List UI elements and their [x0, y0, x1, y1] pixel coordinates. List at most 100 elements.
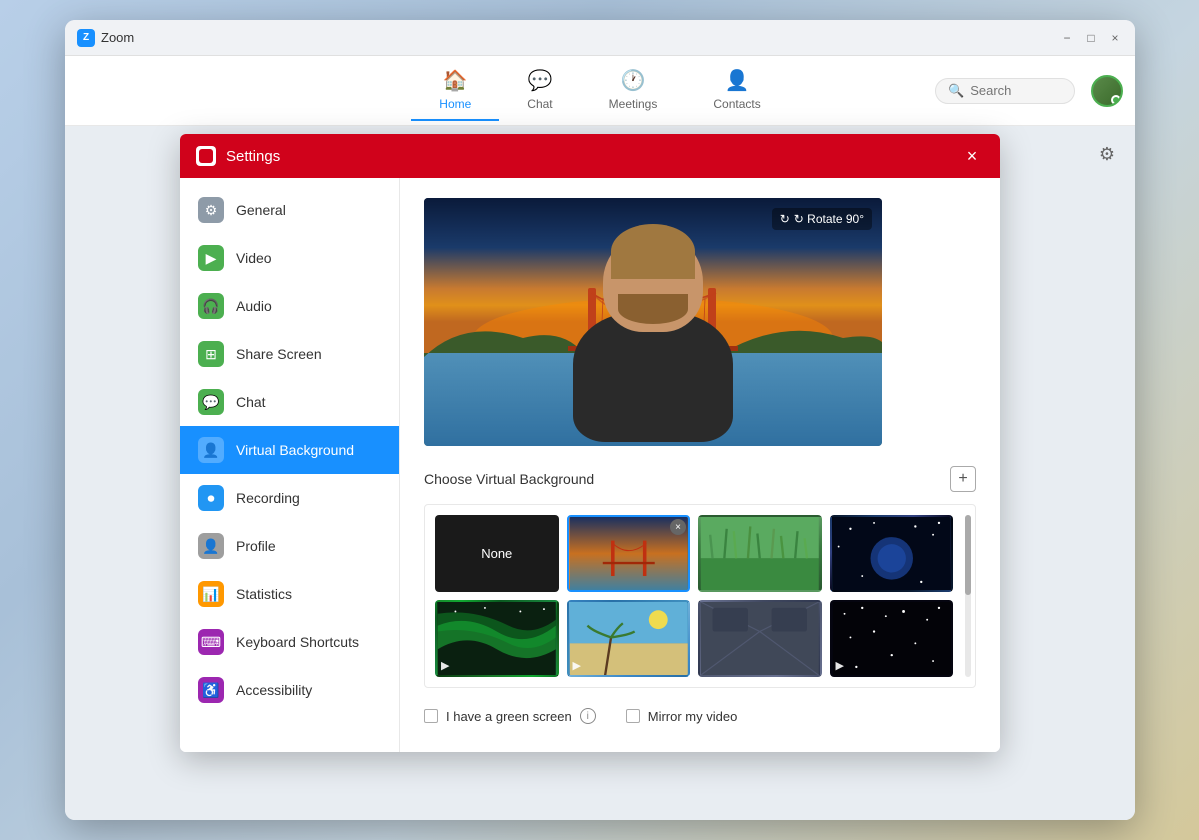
title-bar-logo: Z Zoom	[77, 29, 134, 47]
bg-thumb-close-button[interactable]: ×	[670, 519, 686, 535]
grass-thumb-svg	[700, 517, 820, 590]
aurora-thumb-svg	[437, 602, 557, 675]
settings-gear-button[interactable]: ⚙	[1091, 138, 1123, 170]
accessibility-icon: ♿	[198, 677, 224, 703]
title-bar: Z Zoom − □ ×	[65, 20, 1135, 56]
avatar-status-dot	[1111, 95, 1121, 105]
nav-tab-home-label: Home	[439, 97, 471, 111]
green-screen-option[interactable]: I have a green screen i	[424, 708, 596, 724]
chat-icon: 💬	[198, 389, 224, 415]
sidebar-label-audio: Audio	[236, 298, 272, 314]
bottom-options: I have a green screen i Mirror my video	[424, 708, 976, 724]
rotate-icon: ↻	[780, 212, 790, 226]
settings-title: Settings	[226, 148, 960, 165]
settings-close-button[interactable]: ×	[960, 144, 984, 168]
nav-tab-chat-label: Chat	[527, 97, 552, 111]
maximize-button[interactable]: □	[1083, 30, 1099, 46]
chat-nav-icon: 💬	[528, 68, 553, 93]
settings-content: ↻ ↻ Rotate 90° Choose Virtual Background…	[400, 178, 1000, 752]
mirror-video-option[interactable]: Mirror my video	[626, 709, 738, 724]
sidebar-item-accessibility[interactable]: ♿ Accessibility	[180, 666, 399, 714]
content-area: ⚙ Settings × ⚙ General ▶	[65, 126, 1135, 820]
sidebar-label-chat: Chat	[236, 394, 266, 410]
search-input[interactable]	[970, 83, 1062, 98]
sidebar-label-general: General	[236, 202, 286, 218]
sidebar-label-video: Video	[236, 250, 272, 266]
green-screen-checkbox[interactable]	[424, 709, 438, 723]
add-background-button[interactable]: +	[950, 466, 976, 492]
nav-tab-home[interactable]: 🏠 Home	[411, 60, 499, 121]
person-hair	[611, 224, 695, 279]
beach-thumb-svg	[569, 602, 689, 675]
video-preview-container: ↻ ↻ Rotate 90°	[424, 198, 882, 446]
sidebar-item-chat[interactable]: 💬 Chat	[180, 378, 399, 426]
app-title: Zoom	[101, 30, 134, 45]
sidebar-item-profile[interactable]: 👤 Profile	[180, 522, 399, 570]
nav-tab-meetings[interactable]: 🕐 Meetings	[581, 60, 686, 121]
bg-thumbnails-grid: None ×	[435, 515, 965, 677]
video-icon: ▶	[198, 245, 224, 271]
person-head	[603, 232, 703, 332]
nav-tab-meetings-label: Meetings	[609, 97, 658, 111]
nav-tabs: 🏠 Home 💬 Chat 🕐 Meetings 👤 Contacts	[411, 60, 788, 121]
video-preview	[424, 198, 882, 446]
profile-icon: 👤	[198, 533, 224, 559]
settings-header: Settings ×	[180, 134, 1000, 178]
green-screen-info-icon[interactable]: i	[580, 708, 596, 724]
virtual-background-icon: 👤	[198, 437, 224, 463]
thumbnails-scrollbar[interactable]	[965, 515, 971, 677]
bg-thumb-space[interactable]	[830, 515, 954, 592]
meetings-icon: 🕐	[621, 68, 646, 93]
bg-thumb-aurora[interactable]: ▶	[435, 600, 559, 677]
rotate-label: ↻ Rotate 90°	[794, 212, 864, 226]
recording-icon: ⏺	[198, 485, 224, 511]
bg-thumb-interior[interactable]	[698, 600, 822, 677]
green-screen-label: I have a green screen	[446, 709, 572, 724]
keyboard-shortcuts-icon: ⌨	[198, 629, 224, 655]
nav-tab-chat[interactable]: 💬 Chat	[499, 60, 580, 121]
rotate-button[interactable]: ↻ ↻ Rotate 90°	[772, 208, 872, 230]
stars-thumb-svg	[832, 602, 952, 675]
mirror-video-checkbox[interactable]	[626, 709, 640, 723]
bg-thumb-grass[interactable]	[698, 515, 822, 592]
sidebar-label-virtual-background: Virtual Background	[236, 442, 354, 458]
sidebar-label-profile: Profile	[236, 538, 276, 554]
person-beard	[618, 294, 688, 324]
app-window: Z Zoom − □ × 🏠 Home 💬 Chat 🕐 Meetings	[65, 20, 1135, 820]
sidebar-item-virtual-background[interactable]: 👤 Virtual Background	[180, 426, 399, 474]
sidebar-item-keyboard-shortcuts[interactable]: ⌨ Keyboard Shortcuts	[180, 618, 399, 666]
settings-header-logo	[196, 146, 216, 166]
general-icon: ⚙	[198, 197, 224, 223]
interior-thumb-svg	[700, 602, 820, 675]
sidebar-item-statistics[interactable]: 📊 Statistics	[180, 570, 399, 618]
settings-body: ⚙ General ▶ Video 🎧 Audio ⊞ Share Screen	[180, 178, 1000, 752]
nav-tab-contacts[interactable]: 👤 Contacts	[685, 60, 788, 121]
none-label: None	[481, 546, 512, 561]
sidebar-item-video[interactable]: ▶ Video	[180, 234, 399, 282]
settings-dialog: Settings × ⚙ General ▶ Video 🎧	[180, 134, 1000, 752]
avatar[interactable]	[1091, 75, 1123, 107]
search-icon: 🔍	[948, 83, 964, 99]
sidebar-item-general[interactable]: ⚙ General	[180, 186, 399, 234]
sidebar-label-statistics: Statistics	[236, 586, 292, 602]
contacts-icon: 👤	[725, 68, 750, 93]
thumbnails-scrollbar-handle	[965, 515, 971, 595]
minimize-button[interactable]: −	[1059, 30, 1075, 46]
sidebar-item-recording[interactable]: ⏺ Recording	[180, 474, 399, 522]
share-screen-icon: ⊞	[198, 341, 224, 367]
bg-thumb-golden-gate[interactable]: ×	[567, 515, 691, 592]
aurora-video-icon: ▶	[441, 659, 449, 672]
audio-icon: 🎧	[198, 293, 224, 319]
space-thumb-svg	[832, 517, 952, 590]
sidebar-item-share-screen[interactable]: ⊞ Share Screen	[180, 330, 399, 378]
vbg-section-label: Choose Virtual Background	[424, 471, 594, 487]
close-button[interactable]: ×	[1107, 30, 1123, 46]
stars-video-icon: ▶	[836, 659, 844, 672]
bg-thumb-stars[interactable]: ▶	[830, 600, 954, 677]
sidebar-item-audio[interactable]: 🎧 Audio	[180, 282, 399, 330]
sidebar-label-recording: Recording	[236, 490, 300, 506]
bg-thumb-beach[interactable]: ▶	[567, 600, 691, 677]
vbg-section-title: Choose Virtual Background +	[424, 466, 976, 492]
bg-thumb-none[interactable]: None	[435, 515, 559, 592]
search-box[interactable]: 🔍	[935, 78, 1075, 104]
